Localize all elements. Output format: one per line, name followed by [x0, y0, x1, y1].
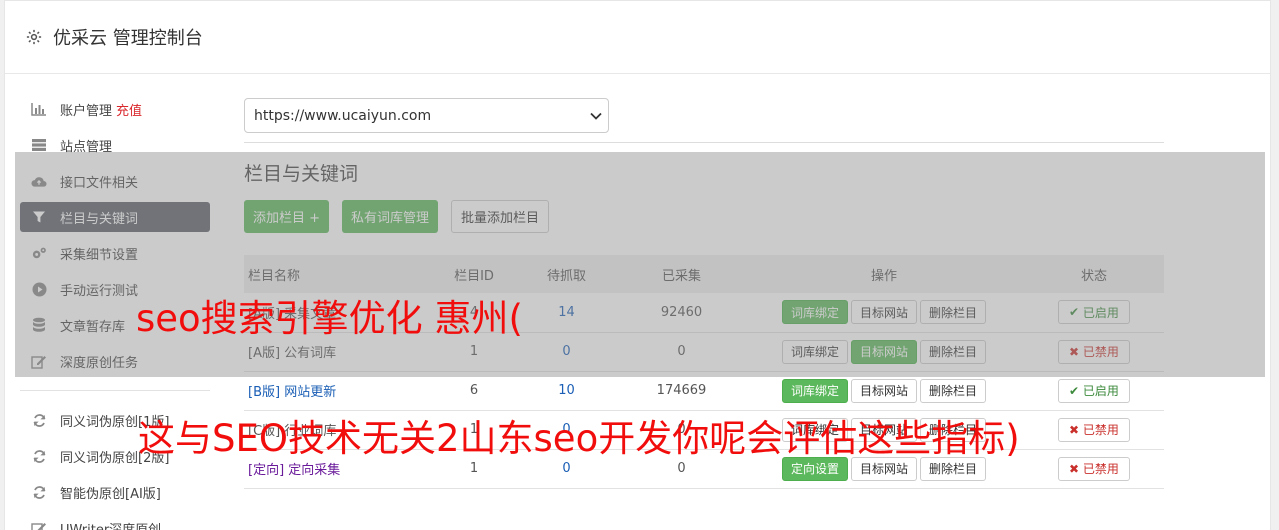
refresh-icon	[31, 448, 47, 464]
lexicon-bind-button[interactable]: 词库绑定	[781, 378, 848, 403]
bar-chart-icon	[31, 101, 47, 117]
sidebar-item-label: UWriter深度原创	[60, 522, 162, 530]
refresh-icon	[31, 484, 47, 500]
watermark-line-1: seo搜索引擎优化 惠州(	[136, 297, 523, 340]
edit-icon	[31, 520, 47, 530]
status-label: 已禁用	[1082, 462, 1119, 476]
sidebar-item-account[interactable]: 账户管理 充值	[20, 94, 210, 124]
site-select[interactable]: https://www.ucaiyun.com	[244, 98, 609, 133]
sidebar-item-label: 账户管理	[60, 103, 113, 119]
check-icon: ✔	[1069, 383, 1083, 398]
header: 优采云 管理控制台	[5, 1, 1270, 74]
sidebar-item-uwriter[interactable]: UWriter深度原创	[20, 513, 210, 530]
target-site-button[interactable]: 目标网站	[850, 378, 917, 403]
watermark-line-2: 这与SEO技术无关2山东seo开发你呢会评估这些指标)	[138, 417, 1020, 460]
status-label: 已启用	[1082, 384, 1119, 398]
site-select-value: https://www.ucaiyun.com	[254, 107, 432, 124]
recharge-link[interactable]: 充值	[116, 100, 142, 119]
directed-settings-button[interactable]: 定向设置	[781, 456, 848, 481]
status-label: 已禁用	[1082, 423, 1119, 437]
status-disabled-button[interactable]: ✖ 已禁用	[1058, 456, 1130, 481]
cross-icon: ✖	[1069, 461, 1083, 476]
sidebar-divider	[20, 390, 210, 391]
delete-column-button[interactable]: 删除栏目	[920, 456, 987, 481]
refresh-icon	[31, 412, 47, 428]
status-disabled-button[interactable]: ✖ 已禁用	[1058, 417, 1130, 442]
page-title: 优采云 管理控制台	[53, 28, 203, 49]
delete-column-button[interactable]: 删除栏目	[920, 378, 987, 403]
sidebar-item-label: 智能伪原创[AI版]	[60, 486, 161, 502]
status-enabled-button[interactable]: ✔ 已启用	[1058, 378, 1130, 403]
cross-icon: ✖	[1069, 422, 1083, 437]
server-icon	[31, 137, 47, 153]
gear-icon	[26, 29, 42, 45]
gray-overlay	[15, 152, 1265, 377]
sidebar-item-ai-original[interactable]: 智能伪原创[AI版]	[20, 477, 210, 507]
chevron-down-icon	[590, 112, 602, 120]
target-site-button[interactable]: 目标网站	[850, 456, 917, 481]
divider	[244, 142, 1164, 143]
